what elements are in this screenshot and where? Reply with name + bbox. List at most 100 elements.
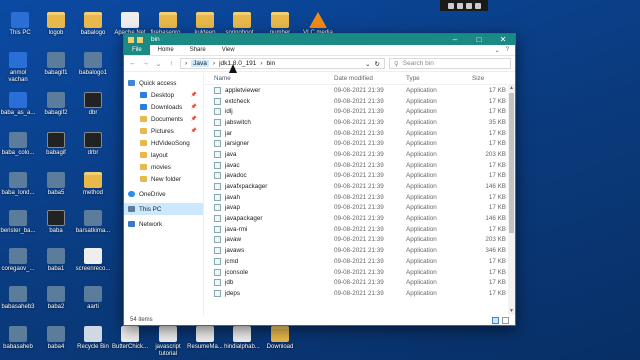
file-row[interactable]: extcheck 09-08-2021 21:39 Application 17 KB	[204, 96, 515, 107]
file-row[interactable]: jconsole 09-08-2021 21:39 Application 17 KB	[204, 267, 515, 278]
address-dropdown-icon[interactable]: ⌄	[365, 60, 370, 68]
back-arrow-icon[interactable]: ←	[128, 60, 137, 67]
nav-item[interactable]: Downloads 📌	[124, 101, 203, 113]
file-row[interactable]: java 09-08-2021 21:39 Application 203 KB	[204, 149, 515, 160]
desktop-icon[interactable]: berister_ba...	[0, 210, 36, 235]
file-row[interactable]: appletviewer 09-08-2021 21:39 Application 1…	[204, 85, 515, 96]
vertical-scrollbar[interactable]: ▲ ▼	[508, 85, 515, 315]
desktop-icon[interactable]: babagif	[38, 132, 74, 157]
desktop-icon[interactable]: baba_colo...	[0, 132, 36, 157]
nav-item[interactable]: Documents 📌	[124, 113, 203, 125]
tab-file[interactable]: File	[124, 45, 150, 55]
desktop-icon[interactable]: anmol vachan	[0, 52, 36, 84]
nav-item[interactable]: layout	[124, 149, 203, 161]
desktop-icon[interactable]: baba4	[38, 326, 74, 351]
file-row[interactable]: javapackager 09-08-2021 21:39 Application 1…	[204, 213, 515, 224]
desktop-icon[interactable]: logob	[38, 12, 74, 37]
file-row[interactable]: jabswitch 09-08-2021 21:39 Application 35 K…	[204, 117, 515, 128]
desktop-icon[interactable]: babagif2	[38, 92, 74, 117]
close-button[interactable]: ✕	[491, 34, 515, 45]
desktop-icon[interactable]: barsatkima...	[75, 210, 111, 235]
scrollbar-thumb[interactable]	[509, 93, 514, 233]
maximize-button[interactable]: □	[467, 34, 491, 45]
file-row[interactable]: idlj 09-08-2021 21:39 Application 17 KB	[204, 106, 515, 117]
nav-item[interactable]: This PC	[124, 203, 203, 215]
desktop-icon[interactable]: babagif1	[38, 52, 74, 77]
desktop-icon[interactable]: baba	[38, 210, 74, 235]
file-row[interactable]: javah 09-08-2021 21:39 Application 17 KB	[204, 192, 515, 203]
breadcrumb-bin[interactable]: bin	[266, 60, 275, 67]
desktop-icon[interactable]: hindialphab...	[224, 326, 260, 351]
desktop-icon[interactable]: screenreco...	[75, 248, 111, 273]
file-row[interactable]: javap 09-08-2021 21:39 Application 17 KB	[204, 203, 515, 214]
breadcrumb-java[interactable]: Java	[191, 60, 209, 67]
desktop-icon[interactable]: baba_as_a...	[0, 92, 36, 117]
pencil-icon[interactable]	[465, 2, 472, 9]
desktop-icon[interactable]: This PC	[2, 12, 38, 37]
file-row[interactable]: javaws 09-08-2021 21:39 Application 346 KB	[204, 245, 515, 256]
desktop-icon[interactable]: Download	[262, 326, 298, 351]
desktop-icon[interactable]: coregaov_...	[0, 248, 36, 273]
address-bar[interactable]: › Java › jdk1.8.0_191 › bin ⌄ ↻	[180, 58, 385, 69]
file-row[interactable]: jar 09-08-2021 21:39 Application 17 KB	[204, 128, 515, 139]
recent-locations-chevron-icon[interactable]: ⌄	[154, 60, 163, 68]
nav-item[interactable]: OneDrive	[124, 188, 203, 200]
file-row[interactable]: javaw 09-08-2021 21:39 Application 203 KB	[204, 235, 515, 246]
quick-access-toolbar-icon[interactable]	[137, 36, 143, 43]
image-icon[interactable]	[456, 2, 463, 9]
file-row[interactable]: jarsigner 09-08-2021 21:39 Application 17 K…	[204, 138, 515, 149]
desktop-icon[interactable]: baba_lond...	[0, 172, 36, 197]
scroll-down-arrow-icon[interactable]: ▼	[508, 308, 515, 315]
tab-view[interactable]: View	[214, 45, 243, 55]
file-row[interactable]: jcmd 09-08-2021 21:39 Application 17 KB	[204, 256, 515, 267]
refresh-icon[interactable]: ↻	[375, 60, 380, 68]
nav-item[interactable]: HdVideoSong	[124, 137, 203, 149]
nav-item[interactable]: Network	[124, 218, 203, 230]
desktop-icon[interactable]: babasaheb	[0, 326, 36, 351]
chevron-down-icon[interactable]: ⌄	[495, 47, 500, 54]
desktop-icon[interactable]: drbr	[75, 132, 111, 157]
desktop-icon[interactable]: ResumeMa...	[187, 326, 223, 351]
nav-item[interactable]: movies	[124, 161, 203, 173]
desktop-icon[interactable]: babalogo	[75, 12, 111, 37]
title-bar[interactable]: bin – □ ✕	[124, 34, 515, 45]
search-box[interactable]: ⚲ Search bin	[389, 58, 511, 69]
desktop-icon[interactable]: babalogo1	[75, 52, 111, 77]
gear-icon[interactable]	[474, 2, 481, 9]
nav-item[interactable]: Pictures 📌	[124, 125, 203, 137]
desktop-icon[interactable]: ButterChick...	[112, 326, 148, 351]
column-header-size[interactable]: Size	[468, 75, 506, 82]
large-icons-view-icon[interactable]	[502, 316, 509, 324]
nav-item[interactable]: Desktop 📌	[124, 89, 203, 101]
camera-icon[interactable]	[447, 2, 454, 9]
breadcrumb-jdk[interactable]: jdk1.8.0_191	[219, 60, 256, 67]
file-row[interactable]: javac 09-08-2021 21:39 Application 17 KB	[204, 160, 515, 171]
tab-home[interactable]: Home	[150, 45, 182, 55]
column-header-name[interactable]: Name	[204, 75, 334, 82]
screen-recorder-toolbar[interactable]	[440, 0, 488, 11]
file-row[interactable]: javadoc 09-08-2021 21:39 Application 17 KB	[204, 171, 515, 182]
file-row[interactable]: javafxpackager 09-08-2021 21:39 Applicatio…	[204, 181, 515, 192]
scroll-up-arrow-icon[interactable]: ▲	[508, 85, 515, 92]
desktop-icon[interactable]: baba2	[38, 286, 74, 311]
desktop-icon[interactable]: aarti	[75, 286, 111, 311]
desktop-icon[interactable]: babasaheb3	[0, 286, 36, 311]
column-header-date[interactable]: Date modified	[334, 75, 406, 82]
up-arrow-icon[interactable]: ↑	[167, 60, 176, 67]
desktop-icon[interactable]: baba5	[38, 172, 74, 197]
column-header-type[interactable]: Type	[406, 75, 468, 82]
desktop-icon[interactable]: dbr	[75, 92, 111, 117]
desktop-icon[interactable]: Recycle Bin	[75, 326, 111, 351]
tab-share[interactable]: Share	[182, 45, 214, 55]
details-view-icon[interactable]	[492, 316, 499, 324]
file-row[interactable]: jdeps 09-08-2021 21:39 Application 17 KB	[204, 288, 515, 299]
minimize-button[interactable]: –	[443, 34, 467, 45]
nav-item[interactable]: New folder	[124, 173, 203, 185]
file-row[interactable]: java-rmi 09-08-2021 21:39 Application 17 KB	[204, 224, 515, 235]
desktop-icon[interactable]: method	[75, 172, 111, 197]
desktop-icon[interactable]: baba1	[38, 248, 74, 273]
nav-item[interactable]: Quick access	[124, 77, 203, 89]
desktop-icon[interactable]: javascript tutorial	[150, 326, 186, 358]
file-row[interactable]: jdb 09-08-2021 21:39 Application 17 KB	[204, 277, 515, 288]
forward-arrow-icon[interactable]: →	[141, 60, 150, 67]
